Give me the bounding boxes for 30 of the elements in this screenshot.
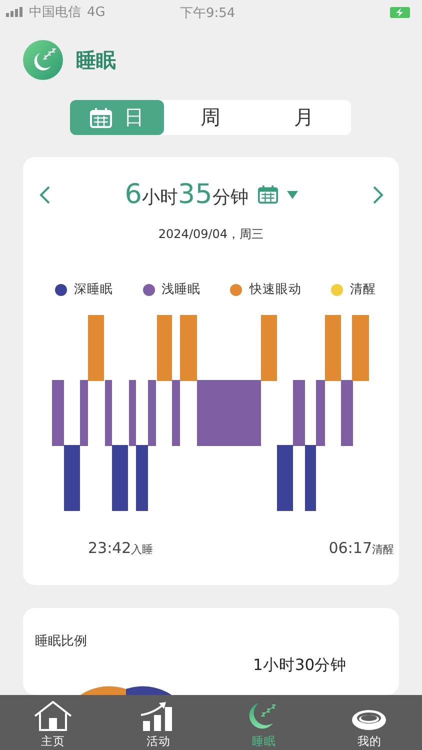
stage-duration: 1小时30分钟 — [253, 655, 347, 676]
period-tab[interactable]: 月 — [257, 100, 352, 135]
battery-icon — [390, 6, 410, 18]
next-icon[interactable] — [372, 184, 384, 204]
sleep-start-time: 23:42入睡 — [88, 539, 154, 557]
network-type: 4G — [87, 4, 106, 20]
legend-label: 深睡眠 — [74, 281, 113, 298]
dropdown-caret-icon — [287, 190, 298, 198]
calendar-icon — [258, 185, 278, 204]
previous-icon[interactable] — [39, 184, 51, 204]
nav-tab[interactable]: 主页 — [22, 695, 83, 750]
section-title: 睡眠比例 — [34, 633, 88, 650]
nav-tab[interactable]: 活动 — [128, 695, 188, 750]
sleep-moon-icon — [23, 40, 63, 80]
page-title: 睡眠 — [76, 46, 116, 74]
carrier-name: 中国电信 — [29, 4, 81, 21]
legend-label: 浅睡眠 — [162, 281, 201, 298]
nav-tab[interactable]: 我的 — [339, 695, 400, 750]
date-picker-button[interactable] — [258, 185, 298, 204]
legend-label: 快速眼动 — [249, 281, 302, 298]
sleep-duration: 6小时35分钟 — [124, 179, 248, 210]
status-time: 下午9:54 — [180, 5, 236, 22]
home-icon — [32, 701, 73, 731]
period-tab[interactable]: 周 — [164, 100, 258, 135]
ring-icon — [351, 709, 388, 731]
legend-label: 清醒 — [350, 281, 376, 298]
wake-time: 06:17清醒 — [328, 539, 394, 557]
date-label: 2024/09/04，周三 — [157, 226, 265, 243]
signal-icon — [6, 7, 23, 17]
calendar-icon — [90, 108, 112, 128]
